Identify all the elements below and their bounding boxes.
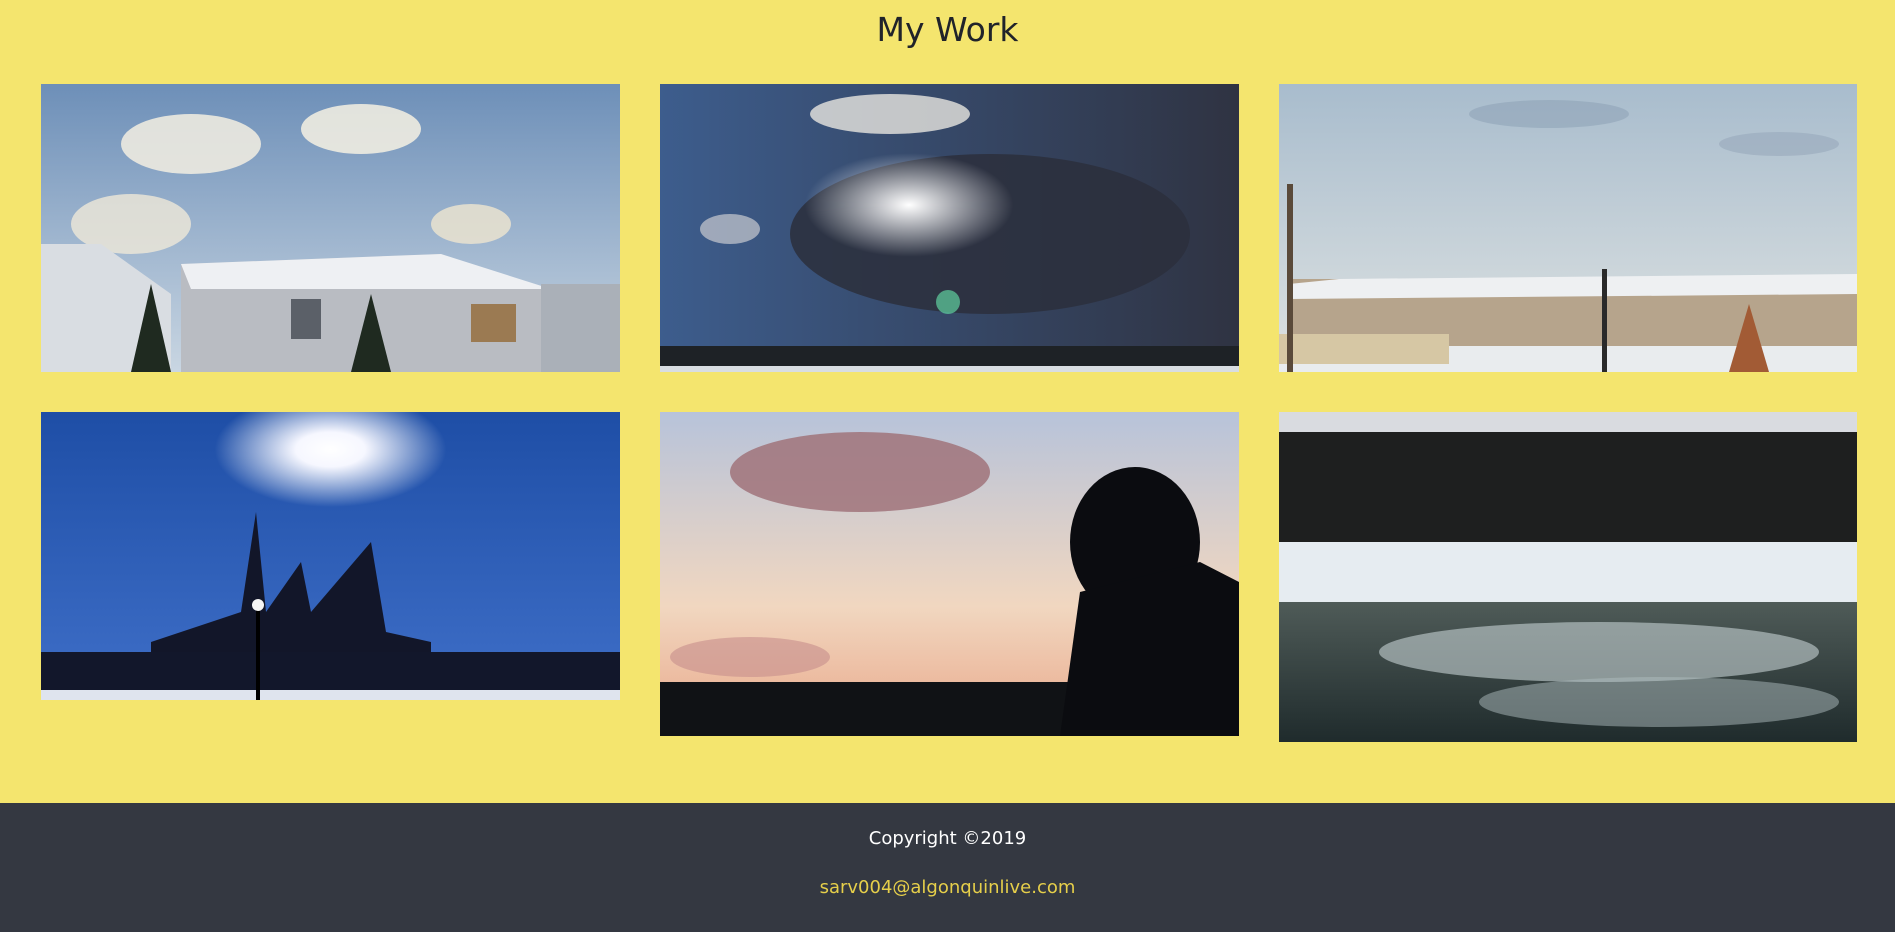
gallery-image-houses[interactable] [41, 84, 620, 372]
footer: Copyright ©2019 sarv004@algonquinlive.co… [0, 803, 1895, 932]
gallery-image-storm-sun[interactable] [660, 84, 1239, 372]
copyright-text: Copyright ©2019 [868, 828, 1027, 849]
gallery-image-parliament[interactable] [41, 412, 620, 700]
gallery-image-silhouette[interactable] [660, 412, 1239, 736]
page-title: My Work [876, 10, 1019, 49]
email-link[interactable]: sarv004@algonquinlive.com [0, 877, 1895, 898]
gallery-image-river[interactable] [1279, 412, 1857, 742]
gallery-image-townhouses[interactable] [1279, 84, 1857, 372]
